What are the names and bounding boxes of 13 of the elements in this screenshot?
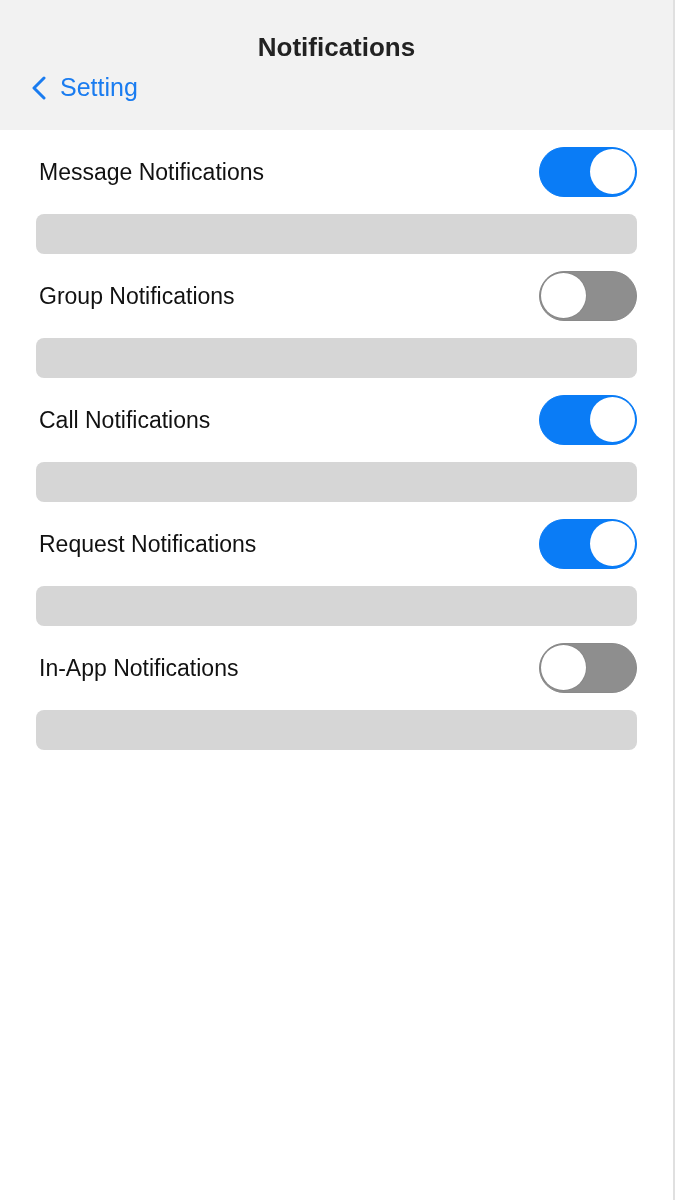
back-link[interactable]: Setting [32, 73, 138, 102]
setting-label: Call Notifications [39, 406, 211, 434]
setting-label: In-App Notifications [39, 654, 239, 682]
setting-label: Message Notifications [39, 158, 264, 186]
back-chevron-icon [32, 75, 46, 100]
toggle-switch[interactable] [539, 519, 637, 569]
setting-label: Group Notifications [39, 282, 235, 310]
setting-label: Request Notifications [39, 530, 257, 558]
toggle-switch[interactable] [539, 271, 637, 321]
toggle-switch[interactable] [539, 395, 637, 445]
page-title: Notifications [257, 32, 416, 63]
toggle-switch[interactable] [539, 147, 637, 197]
toggle-switch[interactable] [539, 643, 637, 693]
